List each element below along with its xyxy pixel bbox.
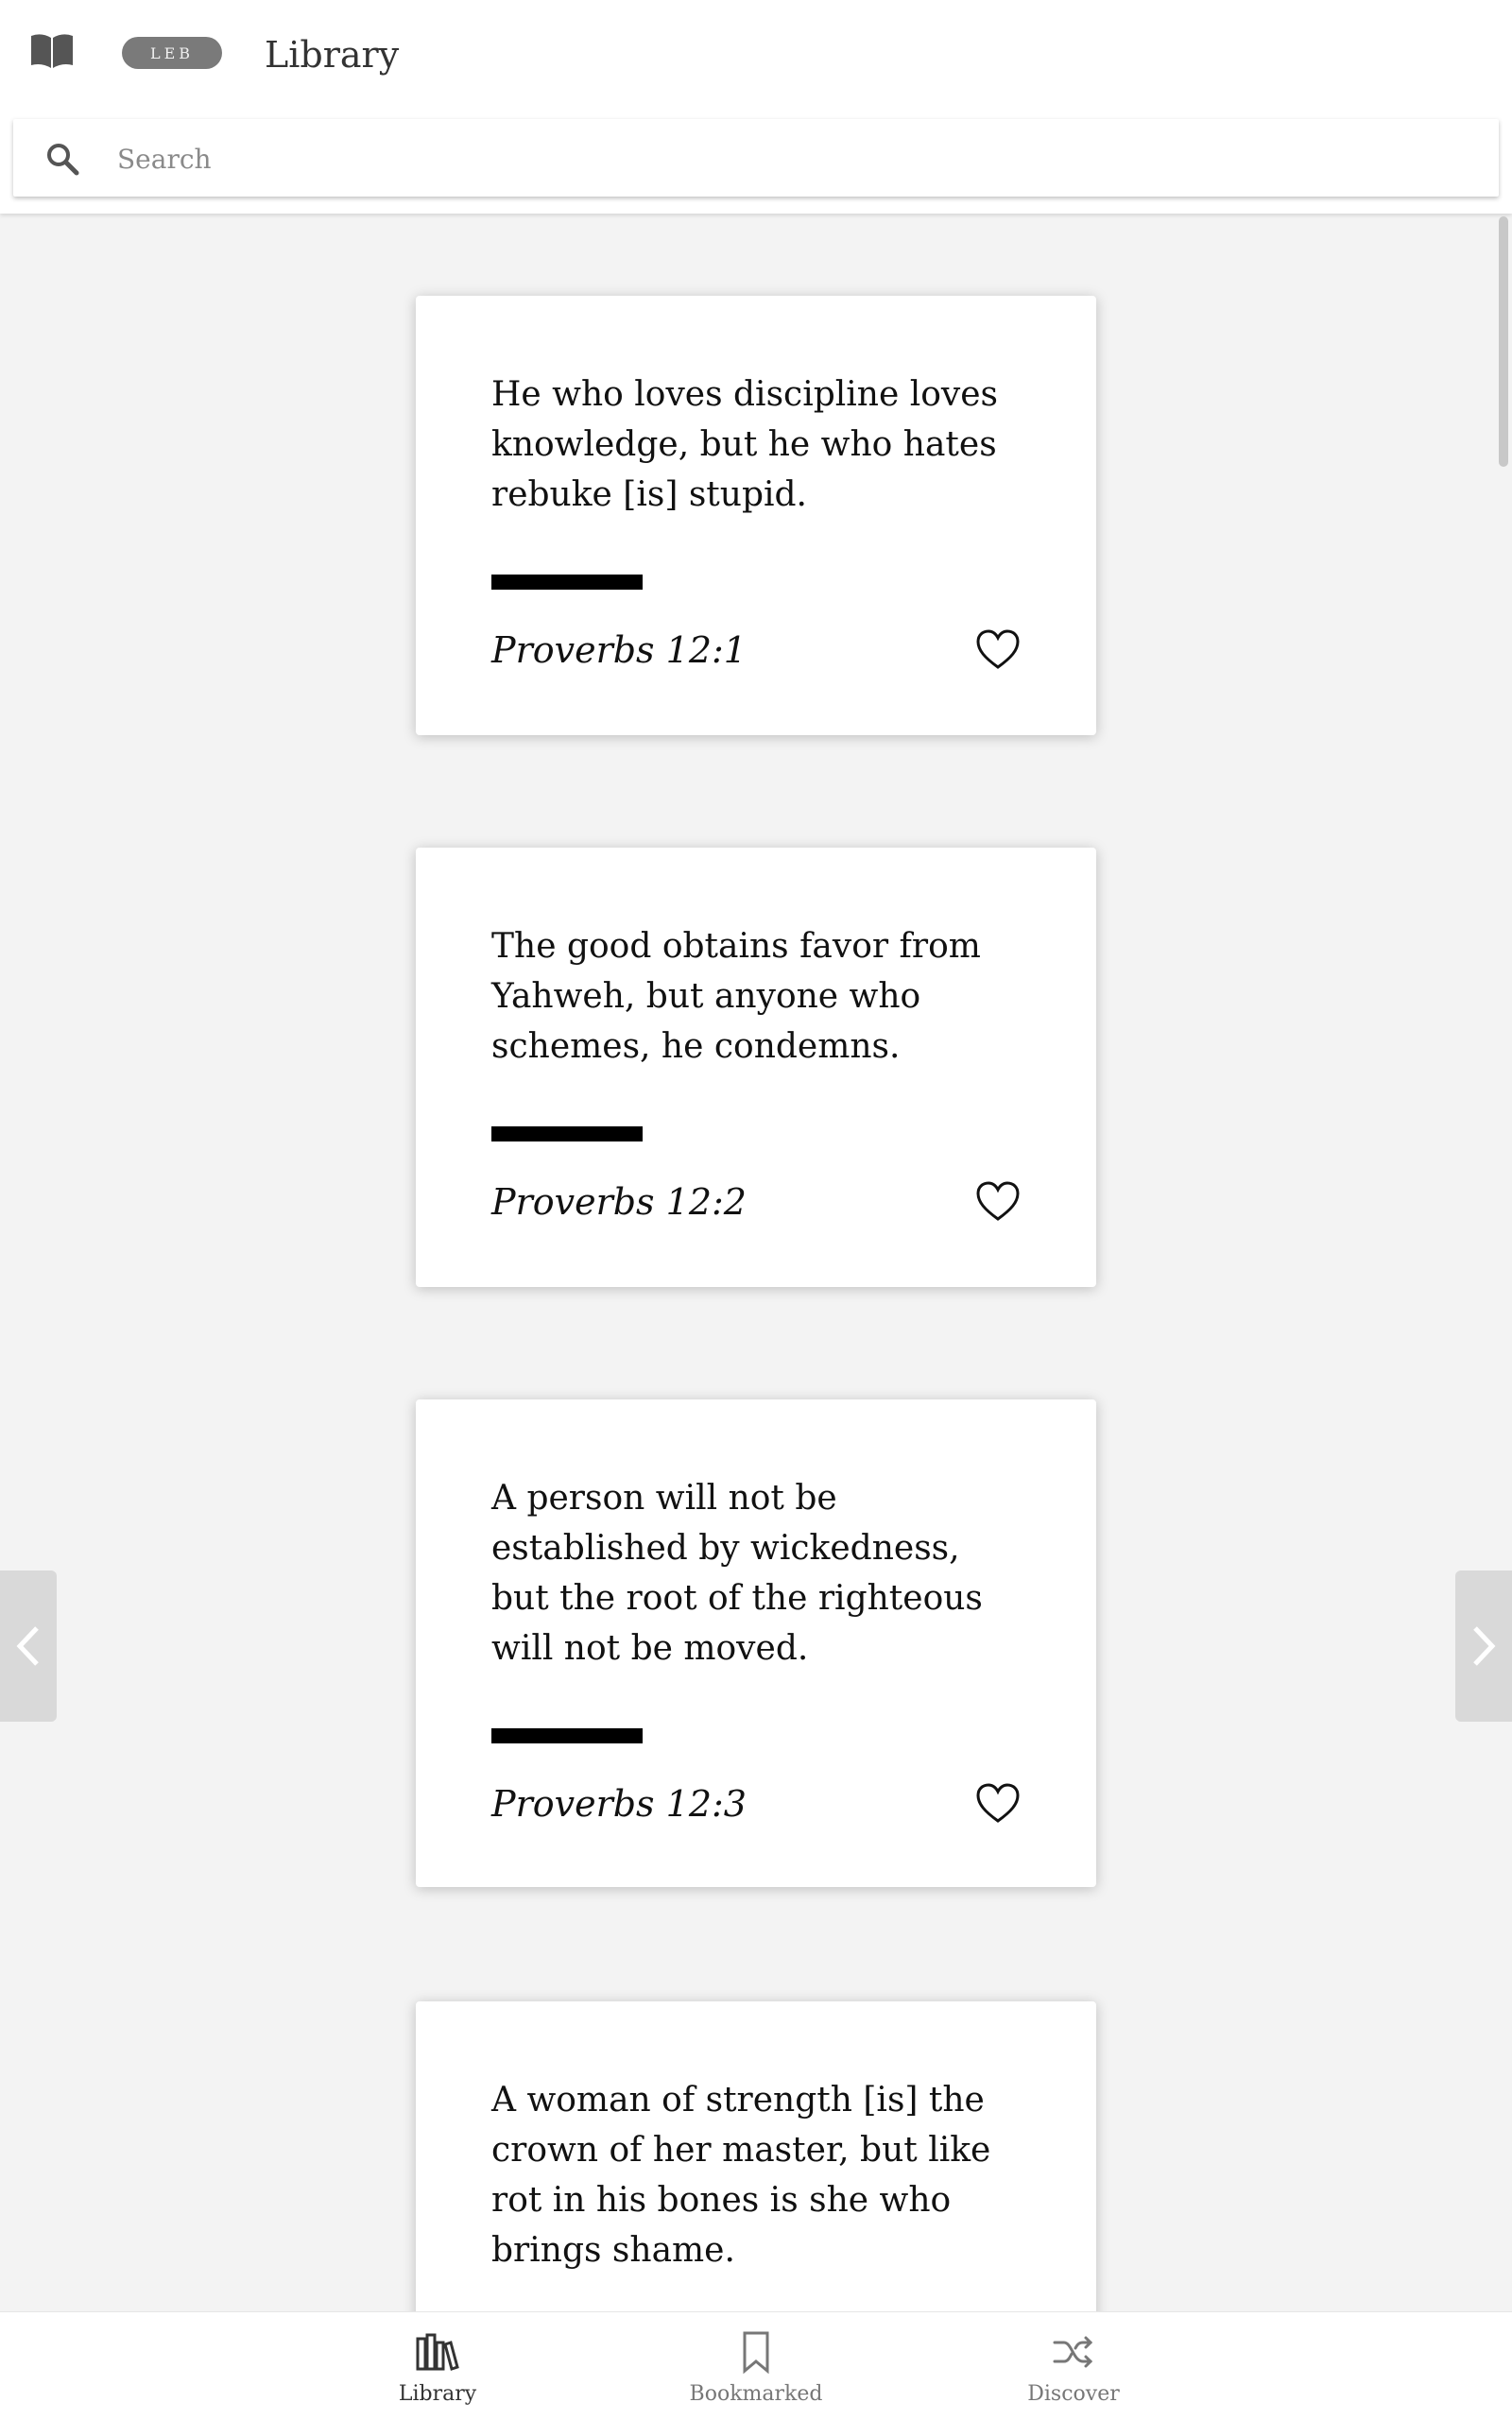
heart-icon[interactable] xyxy=(975,1181,1021,1223)
verse-card[interactable]: A woman of strength [is] the crown of he… xyxy=(416,2001,1096,2311)
search-input[interactable] xyxy=(115,130,1470,187)
app-header: LEB Library xyxy=(0,0,1512,214)
previous-page-button[interactable] xyxy=(0,1570,57,1722)
nav-label-library: Library xyxy=(398,2382,477,2406)
verse-reference: Proverbs 12:3 xyxy=(491,1783,747,1825)
nav-item-library[interactable]: Library xyxy=(334,2312,541,2420)
verse-text: A person will not be established by wick… xyxy=(491,1479,983,1668)
verse-reference: Proverbs 12:1 xyxy=(491,629,747,671)
card-footer: Proverbs 12:1 xyxy=(491,624,1021,680)
card-footer: Proverbs 12:2 xyxy=(491,1176,1021,1232)
nav-item-bookmarked[interactable]: Bookmarked xyxy=(652,2312,860,2420)
heart-icon[interactable] xyxy=(975,629,1021,671)
verse-reference: Proverbs 12:2 xyxy=(491,1181,747,1223)
divider xyxy=(491,575,643,590)
page-title: Library xyxy=(265,34,400,76)
verse-text: He who loves discipline loves knowledge,… xyxy=(491,375,999,514)
verse-card[interactable]: The good obtains favor from Yahweh, but … xyxy=(416,848,1096,1287)
search-bar xyxy=(13,119,1499,197)
verse-card[interactable]: A person will not be established by wick… xyxy=(416,1399,1096,1887)
nav-label-bookmarked: Bookmarked xyxy=(689,2382,823,2406)
verse-text: A woman of strength [is] the crown of he… xyxy=(491,2081,991,2270)
chevron-left-icon xyxy=(16,1626,39,1666)
open-book-icon[interactable] xyxy=(28,32,76,70)
bottom-navigation: Library Bookmarked Discover xyxy=(0,2311,1512,2420)
shuffle-icon xyxy=(1053,2336,1093,2368)
scrollbar-thumb[interactable] xyxy=(1499,216,1508,467)
chevron-right-icon xyxy=(1473,1626,1496,1666)
version-badge[interactable]: LEB xyxy=(122,37,222,69)
next-page-button[interactable] xyxy=(1455,1570,1512,1722)
divider xyxy=(491,1126,643,1141)
divider xyxy=(491,1728,643,1743)
books-icon xyxy=(416,2333,459,2371)
verse-text: The good obtains favor from Yahweh, but … xyxy=(491,927,981,1066)
card-footer: Proverbs 12:3 xyxy=(491,1777,1021,1834)
nav-item-discover[interactable]: Discover xyxy=(970,2312,1177,2420)
verse-list: He who loves discipline loves knowledge,… xyxy=(0,214,1512,2311)
heart-icon[interactable] xyxy=(975,1783,1021,1825)
verse-card[interactable]: He who loves discipline loves knowledge,… xyxy=(416,296,1096,735)
nav-label-discover: Discover xyxy=(1027,2382,1120,2406)
search-icon xyxy=(47,144,79,176)
bookmark-icon xyxy=(743,2331,769,2375)
